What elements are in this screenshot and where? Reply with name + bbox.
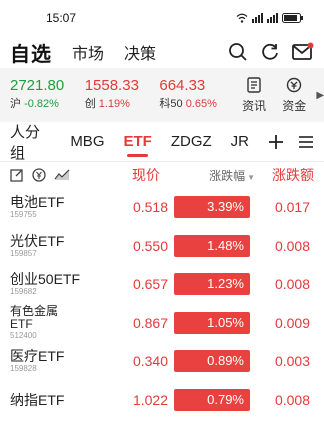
tab-zdgz[interactable]: ZDGZ: [171, 133, 212, 150]
index-star50[interactable]: 664.33 科50 0.65%: [159, 77, 230, 113]
news-label: 资讯: [242, 98, 267, 113]
stock-price: 0.867: [132, 314, 168, 331]
pct-change-badge: 1.23%: [174, 273, 250, 296]
pct-change-badge: 0.89%: [174, 350, 250, 373]
pct-change-badge: 1.48%: [174, 234, 250, 257]
index-value: 664.33: [159, 77, 206, 94]
top-nav: 自选 市场 决策: [0, 36, 324, 68]
news-button[interactable]: 资讯: [234, 76, 274, 114]
etf-list: 电池ETF 159755 0.518 3.39% 0.017 光伏ETF 15985…: [0, 188, 324, 419]
tab-etf[interactable]: ETF: [123, 133, 152, 157]
group-tabs: 人分组 MBG ETF ZDGZ JR: [0, 122, 324, 162]
add-icon[interactable]: [268, 134, 284, 150]
index-chinext[interactable]: 1558.33 创 1.19%: [85, 77, 156, 113]
stock-name: 光伏ETF: [10, 232, 65, 249]
column-pct-change[interactable]: 涨跌幅 ▼: [160, 167, 255, 184]
list-item[interactable]: 医疗ETF 159828 0.340 0.89% 0.003: [0, 342, 324, 381]
menu-icon[interactable]: [298, 135, 314, 149]
list-item[interactable]: 纳指ETF 1.022 0.79% 0.008: [0, 381, 324, 420]
stock-change: 0.008: [274, 276, 310, 293]
column-header: 现价 涨跌幅 ▼ 涨跌额: [0, 162, 324, 188]
stock-code: 159755: [10, 210, 37, 220]
index-change: -0.82%: [24, 98, 59, 110]
sort-icon: ▼: [247, 172, 255, 182]
column-pct-label: 涨跌幅: [209, 168, 246, 183]
stock-code: 159682: [10, 287, 37, 297]
signal-icon: [252, 13, 263, 23]
wifi-icon: [236, 13, 248, 23]
stock-change: 0.008: [274, 391, 310, 408]
stock-price: 1.022: [132, 391, 168, 408]
status-time: 15:07: [46, 11, 77, 25]
fund-flow-label: 资金: [282, 98, 307, 113]
status-bar: 15:07: [0, 0, 324, 36]
stock-name: 创业50ETF: [10, 271, 81, 288]
stock-name: 医疗ETF: [10, 348, 65, 365]
stock-change: 0.008: [274, 237, 310, 254]
index-name: 创: [84, 98, 96, 110]
pct-change-badge: 0.79%: [174, 388, 250, 411]
search-icon[interactable]: [228, 42, 248, 62]
fund-flow-button[interactable]: 资金: [274, 77, 314, 114]
tab-decision[interactable]: 决策: [124, 40, 156, 64]
tab-icons: [268, 134, 314, 150]
tab-jr[interactable]: JR: [231, 133, 249, 150]
battery-icon: [282, 13, 303, 23]
tab-mbg[interactable]: MBG: [70, 133, 104, 150]
list-item[interactable]: 创业50ETF 159682 0.657 1.23% 0.008: [0, 265, 324, 304]
edit-icon[interactable]: [10, 168, 24, 182]
column-change[interactable]: 涨跌额: [255, 165, 314, 185]
stock-code: 159828: [10, 364, 37, 374]
stock-change: 0.009: [274, 314, 310, 331]
message-icon[interactable]: [292, 42, 314, 62]
fund-flow-icon: [287, 77, 302, 92]
pct-change-badge: 1.05%: [174, 311, 250, 334]
index-shanghai[interactable]: 2721.80 沪 -0.82%: [10, 77, 81, 113]
tab-watchlist[interactable]: 自选: [10, 38, 52, 67]
list-item[interactable]: 有色金属ETF 512400 0.867 1.05% 0.009: [0, 304, 324, 343]
index-value: 1558.33: [84, 77, 139, 94]
status-icons: [236, 13, 304, 23]
stock-name: 纳指ETF: [10, 391, 65, 408]
stock-name: 有色金属ETF: [10, 303, 59, 331]
index-value: 2721.80: [10, 77, 65, 94]
column-tools: [10, 168, 120, 182]
signal-2-icon: [267, 13, 278, 23]
more-indices-arrow-icon[interactable]: ▶: [316, 90, 324, 101]
stock-change: 0.017: [274, 199, 310, 216]
stock-code: 159857: [10, 248, 37, 258]
index-change: 0.65%: [185, 98, 217, 110]
index-change: 1.19%: [98, 98, 130, 110]
refresh-icon[interactable]: [260, 42, 280, 62]
stock-name: 电池ETF: [10, 194, 65, 211]
pct-change-badge: 3.39%: [174, 196, 250, 219]
tab-groups[interactable]: 人分组: [10, 121, 51, 163]
currency-icon[interactable]: [32, 168, 46, 182]
stock-price: 0.340: [132, 353, 168, 370]
stock-code: 512400: [10, 330, 37, 340]
news-icon: [247, 76, 261, 93]
index-name: 科50: [159, 98, 183, 110]
list-item[interactable]: 电池ETF 159755 0.518 3.39% 0.017: [0, 188, 324, 227]
stock-price: 0.550: [132, 237, 168, 254]
column-price[interactable]: 现价: [120, 165, 160, 185]
stock-price: 0.657: [132, 276, 168, 293]
stock-change: 0.003: [274, 353, 310, 370]
index-strip: 2721.80 沪 -0.82% 1558.33 创 1.19% 664.33 …: [0, 68, 324, 122]
index-name: 沪: [10, 98, 21, 110]
stock-price: 0.518: [132, 199, 168, 216]
tab-market[interactable]: 市场: [72, 40, 104, 64]
nav-icons: [228, 42, 314, 62]
chart-icon[interactable]: [54, 169, 70, 181]
list-item[interactable]: 光伏ETF 159857 0.550 1.48% 0.008: [0, 227, 324, 266]
